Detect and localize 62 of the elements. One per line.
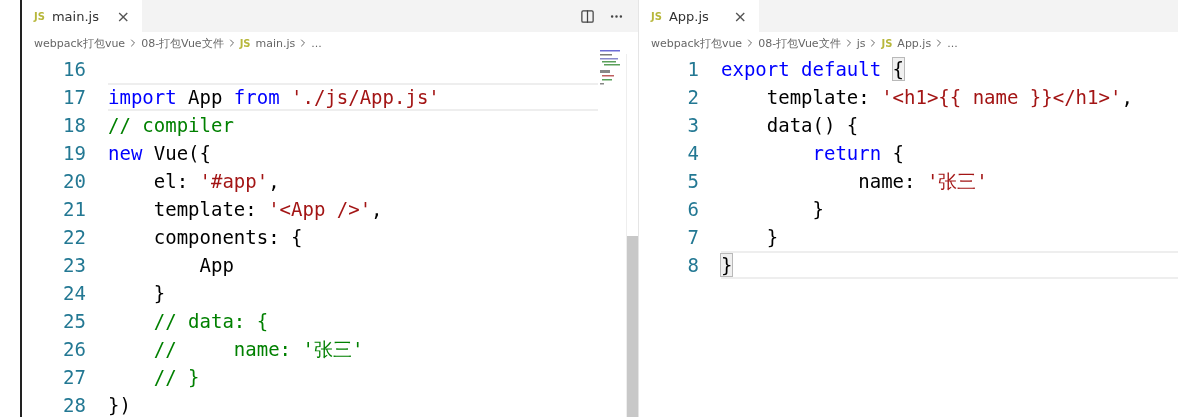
line-number: 3 [686, 114, 700, 136]
line-number: 27 [62, 366, 87, 388]
line-number: 28 [62, 394, 87, 416]
js-file-icon: JS [34, 10, 45, 22]
breadcrumb-item[interactable]: App.js [897, 36, 932, 50]
close-icon[interactable]: × [116, 6, 130, 26]
code-line: import App from './js/App.js' [108, 83, 598, 111]
scrollbar-thumb[interactable] [627, 235, 638, 417]
breadcrumb-item[interactable]: webpack打包vue [651, 35, 743, 51]
breadcrumb-item[interactable]: js [856, 36, 866, 50]
code-line: components: { [152, 225, 304, 250]
js-file-icon: JS [881, 37, 893, 49]
line-number: 2 [686, 86, 700, 108]
code-line: }) [108, 393, 132, 417]
code-line: // name: '张三' [152, 337, 365, 362]
code-line: name: '张三' [857, 169, 989, 194]
breadcrumb-item[interactable]: 08-打包Vue文件 [758, 35, 841, 51]
line-number: 21 [62, 198, 87, 220]
tab-label: App.js [668, 8, 710, 24]
line-number: 23 [62, 254, 87, 276]
code-line: template: '<App />', [152, 197, 384, 222]
code-line: // data: { [152, 309, 270, 334]
line-number: 24 [62, 282, 87, 304]
line-number: 19 [62, 142, 87, 164]
line-number: 7 [686, 226, 700, 248]
line-number: 8 [686, 254, 700, 276]
code-line: return { [811, 141, 906, 166]
code-line: } [721, 251, 1178, 279]
line-number: 17 [62, 86, 87, 108]
code-line: // } [152, 365, 201, 390]
breadcrumb-item[interactable]: ... [311, 36, 322, 50]
js-file-icon: JS [651, 10, 662, 22]
line-number: 22 [62, 226, 87, 248]
breadcrumb-item[interactable]: webpack打包vue [34, 35, 126, 51]
code-line: data() { [765, 113, 860, 138]
tab-label: main.js [51, 8, 100, 24]
editor-tab[interactable]: JS App.js × [639, 0, 759, 32]
close-icon[interactable]: × [733, 6, 747, 26]
code-line: // compiler [108, 113, 235, 138]
line-number: 4 [686, 142, 700, 164]
breadcrumb-item[interactable]: ... [947, 36, 958, 50]
line-number: 26 [62, 338, 87, 360]
line-number: 25 [62, 310, 87, 332]
code-line: } [765, 225, 780, 250]
line-number: 20 [62, 170, 87, 192]
code-line: } [811, 197, 825, 222]
code-line: el: '#app', [152, 169, 281, 194]
split-editor-icon[interactable] [580, 8, 595, 24]
code-line: App [198, 253, 235, 278]
line-number: 5 [686, 170, 700, 192]
line-number: 1 [686, 58, 700, 80]
js-file-icon: JS [239, 37, 251, 49]
breadcrumb-item[interactable]: main.js [255, 36, 296, 50]
line-number: 18 [62, 114, 87, 136]
editor-tab[interactable]: JS main.js × [22, 0, 142, 32]
breadcrumb-item[interactable]: 08-打包Vue文件 [141, 35, 224, 51]
code-line: new Vue({ [108, 141, 212, 166]
code-line: } [152, 281, 167, 306]
line-number: 16 [62, 58, 87, 80]
line-number: 6 [686, 198, 700, 220]
code-line: export default { [721, 57, 906, 82]
code-line: template: '<h1>{{ name }}</h1>', [765, 85, 1134, 110]
